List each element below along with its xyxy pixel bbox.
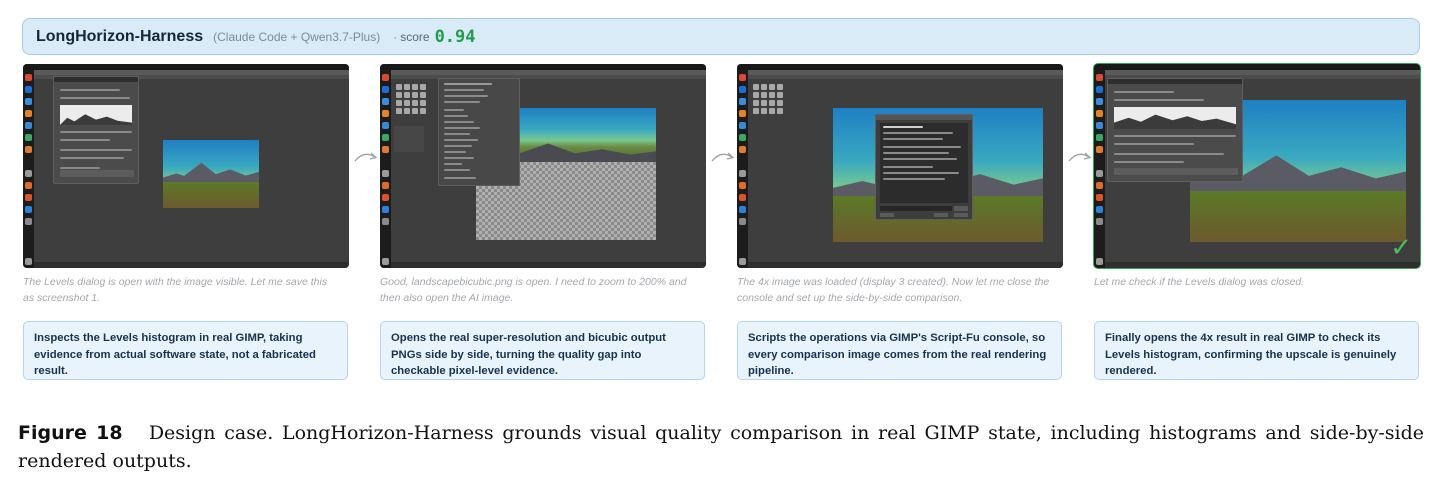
trash-icon xyxy=(25,218,32,225)
script-fu-console xyxy=(875,114,973,220)
step-3-panel xyxy=(737,64,1063,268)
help-icon xyxy=(25,206,32,213)
app-dock xyxy=(380,70,391,268)
step-4-screenshot: ✓ xyxy=(1093,63,1421,269)
step-3-caption: The 4x image was loaded (display 3 creat… xyxy=(737,276,1050,304)
separator: · xyxy=(393,29,398,44)
app-icon xyxy=(25,110,32,117)
store-icon xyxy=(25,182,32,189)
console-input xyxy=(880,206,952,211)
step-1-summary: Inspects the Levels histogram in real GI… xyxy=(23,321,348,380)
step-2-panel xyxy=(380,64,706,268)
sheet-icon xyxy=(25,134,32,141)
step-2-summary: Opens the real super-resolution and bicu… xyxy=(380,321,705,380)
step-4-summary: Finally opens the 4x result in real GIMP… xyxy=(1094,321,1419,380)
step-2-caption: Good, landscapebicubic.png is open. I ne… xyxy=(380,276,687,304)
files-icon xyxy=(25,170,32,177)
console-output xyxy=(880,123,968,203)
step-1-caption: The Levels dialog is open with the image… xyxy=(23,276,328,304)
step-3-screenshot xyxy=(737,64,1063,268)
doc-icon xyxy=(25,122,32,129)
case-header: LongHorizon-Harness (Claude Code + Qwen3… xyxy=(22,18,1420,55)
figure-caption: Figure 18 Design case. LongHorizon-Harne… xyxy=(18,420,1424,475)
score-value: 0.94 xyxy=(434,26,476,47)
apps-grid-icon xyxy=(25,258,32,265)
slides-icon xyxy=(25,146,32,153)
step-2-screenshot xyxy=(380,64,706,268)
step-arrow-icon xyxy=(1067,148,1093,164)
browser-icon xyxy=(25,74,32,81)
levels-dialog xyxy=(53,76,139,184)
toolbox xyxy=(396,84,426,114)
step-1-screenshot xyxy=(23,64,349,268)
histogram xyxy=(60,105,132,125)
checkmark-icon: ✓ xyxy=(1390,232,1412,262)
figure-label: Figure 18 xyxy=(18,422,123,444)
gimp-icon xyxy=(25,194,32,201)
step-4-panel: ✓ xyxy=(1093,63,1421,269)
figure-text: Design case. LongHorizon-Harness grounds… xyxy=(18,422,1424,472)
harness-subtitle: (Claude Code + Qwen3.7-Plus) xyxy=(213,29,381,44)
step-3-summary: Scripts the operations via GIMP's Script… xyxy=(737,321,1062,380)
code-icon xyxy=(25,98,32,105)
levels-dialog xyxy=(1107,78,1243,182)
step-arrow-icon xyxy=(710,148,736,164)
app-dock xyxy=(737,70,748,268)
editor-icon xyxy=(25,86,32,93)
step-4-caption: Let me check if the Levels dialog was cl… xyxy=(1094,276,1305,288)
filters-menu xyxy=(438,78,520,186)
harness-title: LongHorizon-Harness xyxy=(36,27,204,45)
app-dock xyxy=(23,70,34,268)
step-1-panel xyxy=(23,64,349,268)
step-arrow-icon xyxy=(353,148,379,164)
histogram xyxy=(1114,107,1236,129)
score-label: score xyxy=(400,29,430,44)
landscape-image xyxy=(163,140,259,208)
app-dock xyxy=(1094,70,1105,268)
